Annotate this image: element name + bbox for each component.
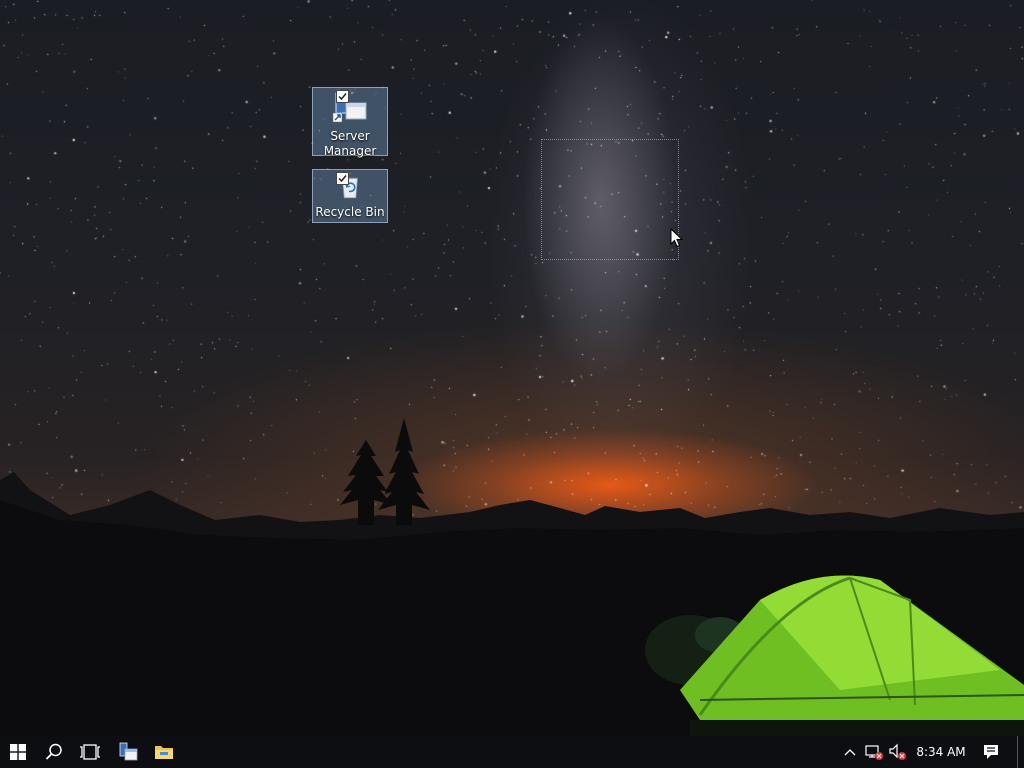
- network-disconnected-icon: [865, 745, 883, 760]
- mouse-cursor-icon: [670, 228, 684, 248]
- action-center-icon: [984, 745, 998, 759]
- desktop-icon-label: Server Manager: [323, 129, 377, 158]
- action-center-button[interactable]: [974, 736, 1008, 768]
- show-hidden-icons-button[interactable]: [840, 736, 860, 768]
- taskbar-file-explorer-button[interactable]: [146, 736, 182, 768]
- desktop-background[interactable]: Server Manager Recycle Bin: [0, 0, 1024, 736]
- windows-logo-icon: [10, 744, 26, 760]
- mountain-landscape: [0, 418, 1024, 736]
- file-explorer-icon: [155, 746, 173, 759]
- desktop-icon-label: Recycle Bin: [315, 205, 385, 219]
- search-button[interactable]: [36, 736, 72, 768]
- task-view-button[interactable]: [72, 736, 108, 768]
- show-desktop-button[interactable]: [1017, 736, 1024, 768]
- desktop-icon-server-manager[interactable]: Server Manager: [312, 87, 388, 158]
- search-icon: [45, 743, 62, 760]
- drag-selection-rectangle: [541, 139, 679, 260]
- selection-checkbox[interactable]: [336, 172, 349, 185]
- volume-tray-icon-button[interactable]: [886, 736, 910, 768]
- server-manager-icon: [119, 742, 138, 761]
- volume-muted-icon: [889, 743, 906, 760]
- desktop-icon-recycle-bin[interactable]: Recycle Bin: [312, 169, 388, 223]
- selection-checkbox[interactable]: [336, 90, 349, 103]
- network-tray-icon-button[interactable]: [862, 736, 886, 768]
- taskbar-clock[interactable]: 8:34 AM: [912, 736, 970, 768]
- start-button[interactable]: [0, 736, 36, 768]
- task-view-icon: [80, 744, 100, 760]
- taskbar-server-manager-button[interactable]: [110, 736, 146, 768]
- chevron-up-icon: [844, 749, 856, 756]
- taskbar: 8:34 AM: [0, 736, 1024, 768]
